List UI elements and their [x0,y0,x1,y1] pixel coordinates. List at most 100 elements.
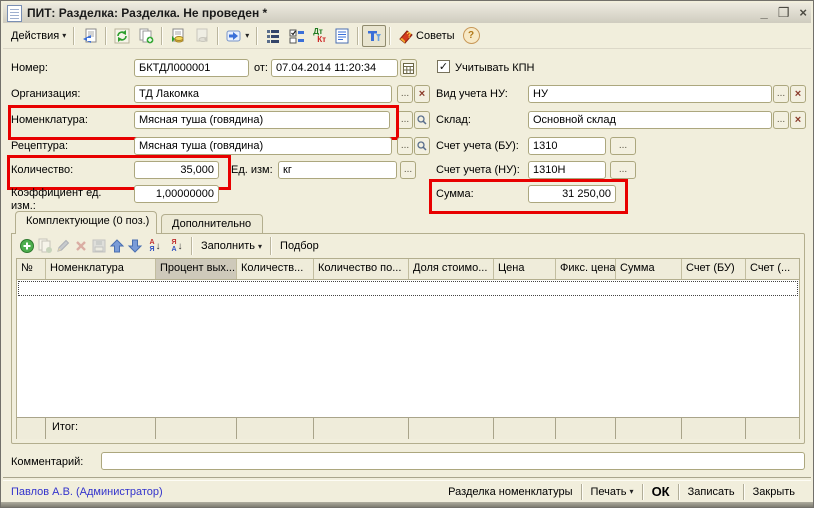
comment-label: Комментарий: [11,456,83,468]
qty-input[interactable]: 35,000 [134,161,219,179]
col-fixed-price[interactable]: Фикс. цена [556,259,616,279]
recipe-input[interactable]: Мясная туша (говядина) [134,137,392,155]
coef-input[interactable]: 1,00000000 [134,185,219,203]
pick-button[interactable]: Подбор [275,240,324,252]
col-account-nu[interactable]: Счет (... [746,259,797,279]
delete-row-button[interactable] [72,238,90,255]
recipe-open-button[interactable] [414,137,430,155]
tab-components[interactable]: Комплектующие (0 поз.) [15,211,157,234]
copy-button[interactable] [134,25,158,47]
nomenclature-select-button[interactable]: ... [397,111,413,129]
close-form-button[interactable]: Закрыть [745,486,803,498]
refresh-button[interactable] [110,25,134,47]
warehouse-clear-button[interactable]: × [790,111,806,129]
unpost-document-button[interactable] [190,25,214,47]
svg-text:?: ? [406,30,412,40]
account-nu-label: Счет учета (НУ): [436,164,520,176]
dtkt-icon: ДтКт [313,28,326,44]
nu-kind-select-button[interactable]: ... [773,85,789,103]
col-price[interactable]: Цена [494,259,556,279]
col-cost-share[interactable]: Доля стоимо... [409,259,494,279]
org-input[interactable]: ТД Лакомка [134,85,392,103]
end-edit-icon [91,238,107,254]
col-quantity-by[interactable]: Количество по... [314,259,409,279]
nomenclature-open-button[interactable] [414,111,430,129]
copy-row-button[interactable] [36,238,54,255]
account-nu-input[interactable]: 1310Н [528,161,606,179]
type-filter-button[interactable] [362,25,386,47]
comment-input[interactable] [101,452,805,470]
col-account-bu[interactable]: Счет (БУ) [682,259,746,279]
chevron-down-icon: ▾ [245,31,249,40]
warehouse-input[interactable]: Основной склад [528,111,772,129]
table-cursor-row[interactable] [18,281,798,296]
write-button[interactable]: Записать [680,486,743,498]
goto-button[interactable]: ▾ [222,25,253,47]
account-bu-select-button[interactable]: ... [610,137,636,155]
nu-kind-clear-button[interactable]: × [790,85,806,103]
help-button[interactable]: ? [459,25,484,47]
user-link[interactable]: Павлов А.В. (Администратор) [11,486,163,498]
print-button[interactable]: Печать▾ [583,486,642,498]
tab-additional[interactable]: Дополнительно [161,214,263,234]
org-label: Организация: [11,88,80,100]
tips-button[interactable]: ? Советы [394,25,458,47]
refresh-icon [114,28,130,44]
total-label: Итог: [46,418,156,439]
recipe-select-button[interactable]: ... [397,137,413,155]
nu-kind-label: Вид учета НУ: [436,88,508,100]
recipe-label: Рецептура: [11,140,68,152]
nomenclature-input[interactable]: Мясная туша (говядина) [134,111,390,129]
org-select-button[interactable]: ... [397,85,413,103]
ok-button[interactable]: ОК [644,484,678,499]
close-button[interactable]: × [799,6,807,20]
table-total-row: Итог: [17,417,799,439]
save-close-button[interactable] [78,25,102,47]
unit-input[interactable]: кг [278,161,397,179]
toolbar-separator [357,27,359,45]
report-button[interactable] [330,25,354,47]
edit-row-button[interactable] [54,238,72,255]
nu-kind-input[interactable]: НУ [528,85,772,103]
date-input[interactable]: 07.04.2014 11:20:34 [271,59,398,77]
number-input[interactable]: БКТДЛ000001 [134,59,249,77]
list-settings-button[interactable] [261,25,285,47]
chevron-down-icon: ▾ [258,242,262,251]
main-toolbar: Действия ▾ ▾ [3,23,811,49]
fill-button[interactable]: Заполнить▾ [196,240,267,252]
sum-input[interactable]: 31 250,00 [528,185,616,203]
end-edit-button[interactable] [90,238,108,255]
col-quantity[interactable]: Количеств... [237,259,314,279]
account-bu-input[interactable]: 1310 [528,137,606,155]
sort-asc-button[interactable]: АЯ↓ [144,238,166,255]
components-pane: АЯ↓ ЯА↓ Заполнить▾ Подбор № Номенклатура… [11,233,805,444]
visibility-settings-button[interactable] [285,25,309,47]
move-down-button[interactable] [126,238,144,255]
doc-arrow-icon [82,28,98,44]
minimize-button[interactable]: _ [761,6,768,20]
actions-menu-button[interactable]: Действия ▾ [7,25,70,47]
warehouse-select-button[interactable]: ... [773,111,789,129]
col-sum[interactable]: Сумма [616,259,682,279]
grid-toolbar: АЯ↓ ЯА↓ Заполнить▾ Подбор [18,237,324,255]
post-document-button[interactable] [166,25,190,47]
unit-select-button[interactable]: ... [400,161,416,179]
kpn-checkbox[interactable]: ✓ [437,60,450,73]
table-body[interactable] [17,280,799,417]
calendar-button[interactable] [400,59,417,77]
add-row-button[interactable] [18,238,36,255]
move-up-button[interactable] [108,238,126,255]
col-number[interactable]: № [17,259,46,279]
date-label: от: [254,62,268,74]
warehouse-label: Склад: [436,114,471,126]
org-clear-button[interactable]: × [414,85,430,103]
dtkt-postings-button[interactable]: ДтКт [309,25,330,47]
razdelka-nomenclature-button[interactable]: Разделка номенклатуры [440,486,580,498]
maximize-button[interactable]: ❒ [778,6,790,20]
col-percent[interactable]: Процент вых... [156,259,237,279]
tips-label: Советы [416,30,454,42]
col-nomenclature[interactable]: Номенклатура [46,259,156,279]
sort-desc-button[interactable]: ЯА↓ [166,238,188,255]
title-bar: ПИТ: Разделка: Разделка. Не проведен * _… [3,3,811,23]
account-nu-select-button[interactable]: ... [610,161,636,179]
